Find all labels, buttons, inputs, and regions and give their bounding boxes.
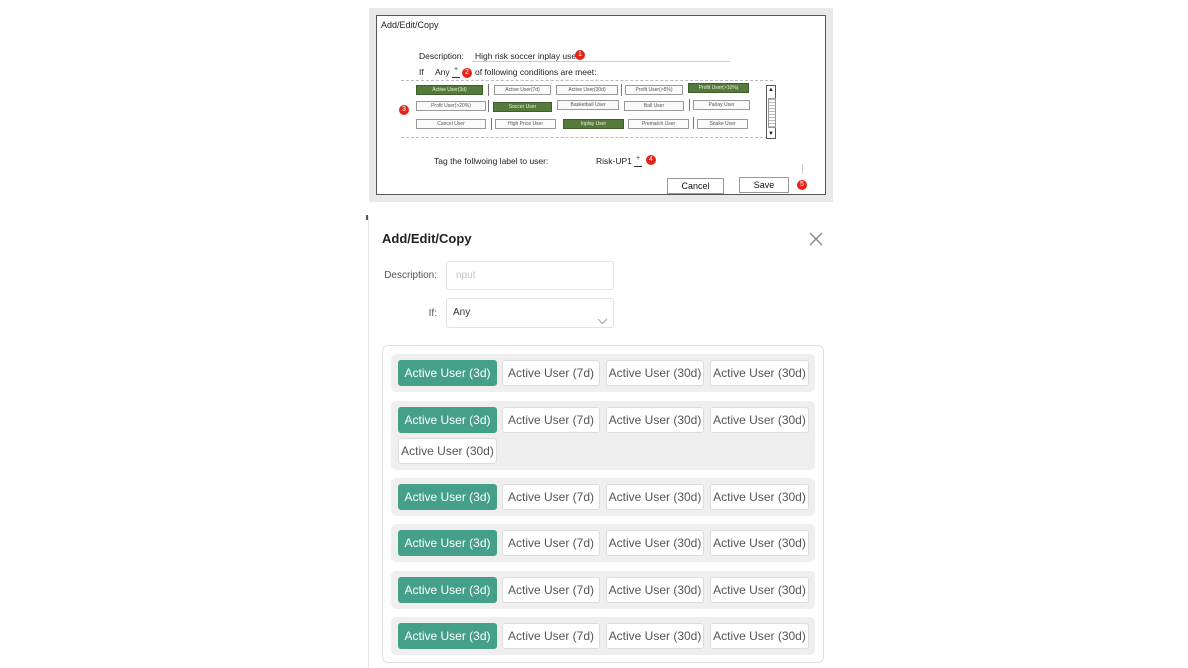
condition-chip-selected[interactable]: Active User (3d) bbox=[398, 577, 497, 603]
wireframe-chip[interactable]: Parlay User bbox=[693, 100, 750, 110]
condition-chip-selected[interactable]: Active User (3d) bbox=[398, 530, 497, 556]
condition-chip[interactable]: Active User (7d) bbox=[502, 623, 600, 649]
condition-chip[interactable]: Active User (30d) bbox=[606, 530, 704, 556]
description-input[interactable] bbox=[446, 261, 614, 290]
annotation-badge-2: 2 bbox=[462, 68, 472, 78]
wireframe-chip[interactable]: Snake User bbox=[697, 119, 748, 129]
annotation-badge-1: 1 bbox=[575, 50, 585, 60]
wireframe-divider bbox=[802, 164, 803, 174]
wireframe-tag-label: Tag the follwoing label to user: bbox=[434, 156, 549, 166]
dialog-title: Add/Edit/Copy bbox=[382, 231, 472, 246]
condition-group: Active User (3d) Active User (7d) Active U… bbox=[391, 524, 815, 562]
wireframe-chip[interactable]: Active User(3d) bbox=[416, 85, 483, 95]
wireframe-separator bbox=[689, 99, 690, 111]
wireframe-title: Add/Edit/Copy bbox=[381, 20, 439, 30]
condition-chip[interactable]: Active User (30d) bbox=[710, 484, 809, 510]
wireframe-description-label: Description: bbox=[419, 51, 464, 61]
annotation-badge-4: 4 bbox=[646, 155, 656, 165]
wireframe-separator bbox=[693, 117, 694, 129]
condition-chip[interactable]: Active User (30d) bbox=[606, 577, 704, 603]
condition-group: Active User (3d) Active User (7d) Active U… bbox=[391, 354, 815, 392]
wireframe-chip[interactable]: Basketball User bbox=[557, 100, 619, 110]
wireframe-chip[interactable]: Soccer User bbox=[493, 102, 552, 112]
wireframe-if-value: Any bbox=[435, 67, 450, 77]
wireframe-chip[interactable]: Active User(7d) bbox=[494, 85, 551, 95]
condition-chip-selected[interactable]: Active User (3d) bbox=[398, 407, 497, 433]
condition-chip[interactable]: Active User (30d) bbox=[606, 360, 704, 386]
wireframe-separator bbox=[621, 84, 622, 96]
description-label: Description: bbox=[384, 270, 437, 281]
if-select-value: Any bbox=[453, 307, 471, 318]
condition-group: Active User (3d) Active User (7d) Active U… bbox=[391, 401, 815, 470]
wireframe-tag-spinner[interactable]: + bbox=[634, 155, 642, 167]
scroll-up-icon[interactable]: ▲ bbox=[767, 86, 775, 94]
scrollbar-thumb[interactable] bbox=[768, 98, 776, 128]
chevron-down-icon bbox=[597, 309, 608, 325]
condition-chip-selected[interactable]: Active User (3d) bbox=[398, 484, 497, 510]
wireframe-if-text: of following conditions are meet: bbox=[475, 67, 597, 77]
condition-group: Active User (3d) Active User (7d) Active U… bbox=[391, 478, 815, 516]
condition-chip[interactable]: Active User (7d) bbox=[502, 577, 600, 603]
wireframe-tag-value: Risk-UP1 bbox=[596, 156, 632, 166]
wireframe-chip[interactable]: Profit User(>10%) bbox=[688, 83, 749, 93]
condition-chip[interactable]: Active User (30d) bbox=[710, 577, 809, 603]
wireframe-description-value: High risk soccer inplay user bbox=[475, 51, 579, 61]
condition-chip[interactable]: Active User (30d) bbox=[606, 484, 704, 510]
condition-chip[interactable]: Active User (30d) bbox=[606, 407, 704, 433]
wireframe-chip[interactable]: Ball User bbox=[624, 101, 684, 111]
close-icon[interactable] bbox=[807, 230, 825, 248]
condition-group: Active User (3d) Active User (7d) Active U… bbox=[391, 571, 815, 609]
wireframe-separator bbox=[488, 84, 489, 96]
wireframe-scrollbar[interactable]: ▲ ▼ bbox=[766, 85, 776, 139]
wireframe-if-label: If bbox=[419, 67, 424, 77]
condition-chip[interactable]: Active User (7d) bbox=[502, 484, 600, 510]
add-edit-copy-dialog: Add/Edit/Copy Description: If: Any Activ… bbox=[368, 216, 836, 668]
condition-chip[interactable]: Active User (7d) bbox=[502, 407, 600, 433]
if-select[interactable]: Any bbox=[446, 298, 614, 328]
annotation-badge-5: 5 bbox=[797, 180, 807, 190]
wireframe-sketch: Add/Edit/Copy Description: High risk soc… bbox=[369, 8, 833, 202]
condition-chip[interactable]: Active User (7d) bbox=[502, 360, 600, 386]
wireframe-chip[interactable]: Prematch User bbox=[628, 119, 689, 129]
wireframe-chip[interactable]: Cancel User bbox=[416, 119, 486, 129]
condition-chip-selected[interactable]: Active User (3d) bbox=[398, 360, 497, 386]
if-label: If: bbox=[428, 308, 437, 319]
scroll-down-icon[interactable]: ▼ bbox=[767, 130, 775, 138]
condition-group: Active User (3d) Active User (7d) Active U… bbox=[391, 617, 815, 655]
wireframe-cancel-button[interactable]: Cancel bbox=[667, 178, 724, 194]
wireframe-separator bbox=[491, 118, 492, 130]
conditions-panel: Active User (3d) Active User (7d) Active U… bbox=[382, 345, 824, 663]
wireframe-window: Add/Edit/Copy Description: High risk soc… bbox=[376, 15, 826, 195]
condition-chip[interactable]: Active User (30d) bbox=[710, 360, 809, 386]
condition-chip[interactable]: Active User (30d) bbox=[398, 438, 497, 464]
wireframe-chip[interactable]: Inplay User bbox=[563, 119, 624, 129]
condition-chip[interactable]: Active User (30d) bbox=[710, 623, 809, 649]
condition-chip[interactable]: Active User (30d) bbox=[606, 623, 704, 649]
condition-chip[interactable]: Active User (30d) bbox=[710, 407, 809, 433]
wireframe-save-button[interactable]: Save bbox=[739, 177, 789, 193]
wireframe-chip[interactable]: Profit User(>5%) bbox=[625, 85, 683, 95]
wireframe-chip[interactable]: High Price User bbox=[495, 119, 556, 129]
wireframe-chip[interactable]: Active User(30d) bbox=[556, 85, 618, 95]
wireframe-if-spinner[interactable]: + bbox=[452, 66, 460, 78]
wireframe-separator bbox=[488, 100, 489, 112]
condition-chip[interactable]: Active User (30d) bbox=[710, 530, 809, 556]
condition-chip-selected[interactable]: Active User (3d) bbox=[398, 623, 497, 649]
wireframe-chip[interactable]: Profit User(>20%) bbox=[416, 101, 486, 111]
wireframe-description-underline bbox=[472, 61, 730, 62]
condition-chip[interactable]: Active User (7d) bbox=[502, 530, 600, 556]
